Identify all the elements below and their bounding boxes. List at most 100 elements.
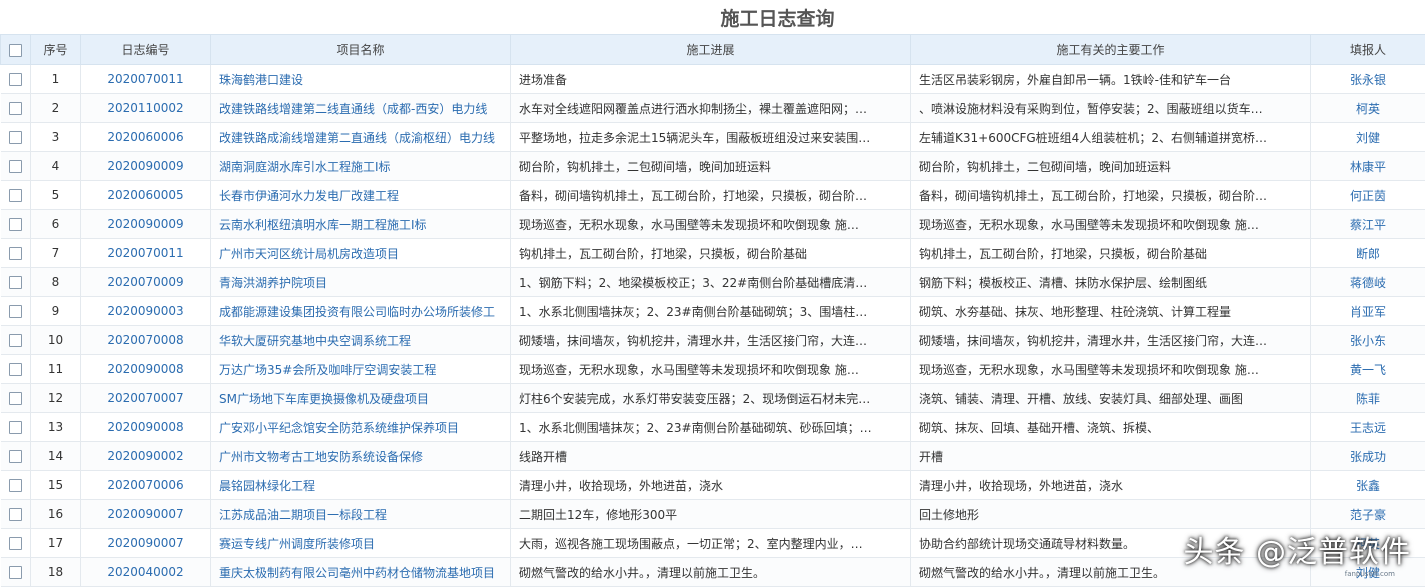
row-checkbox[interactable] [1, 65, 31, 94]
checkbox-icon[interactable] [9, 305, 22, 318]
cell-log-code[interactable]: 2020090007 [81, 529, 211, 558]
cell-reporter[interactable]: 张小东 [1311, 326, 1425, 355]
cell-reporter[interactable]: 张永银 [1311, 65, 1425, 94]
row-checkbox[interactable] [1, 500, 31, 529]
cell-log-code[interactable]: 2020060006 [81, 123, 211, 152]
checkbox-icon[interactable] [9, 421, 22, 434]
table-row[interactable]: 82020070009青海洪湖养护院项目1、钢筋下料；2、地梁模板校正；3、22… [1, 268, 1425, 297]
col-header-name[interactable]: 项目名称 [211, 35, 511, 65]
row-checkbox[interactable] [1, 558, 31, 587]
checkbox-icon[interactable] [9, 276, 22, 289]
checkbox-icon[interactable] [9, 363, 22, 376]
cell-log-code[interactable]: 2020070007 [81, 384, 211, 413]
row-checkbox[interactable] [1, 268, 31, 297]
checkbox-icon[interactable] [9, 450, 22, 463]
cell-reporter[interactable]: 黄一飞 [1311, 355, 1425, 384]
cell-reporter[interactable]: 断郎 [1311, 239, 1425, 268]
cell-reporter[interactable]: 范子豪 [1311, 500, 1425, 529]
row-checkbox[interactable] [1, 529, 31, 558]
cell-project-name[interactable]: 重庆太极制药有限公司亳州中药材仓储物流基地项目 [211, 558, 511, 587]
cell-project-name[interactable]: 晨铭园林绿化工程 [211, 471, 511, 500]
cell-project-name[interactable]: 广州市文物考古工地安防系统设备保修 [211, 442, 511, 471]
cell-log-code[interactable]: 2020090007 [81, 500, 211, 529]
cell-log-code[interactable]: 2020090003 [81, 297, 211, 326]
row-checkbox[interactable] [1, 471, 31, 500]
cell-reporter[interactable]: 柯英 [1311, 94, 1425, 123]
table-row[interactable]: 52020060005长春市伊通河水力发电厂改建工程备料，砌间墙钩机排土，瓦工砌… [1, 181, 1425, 210]
cell-log-code[interactable]: 2020070006 [81, 471, 211, 500]
row-checkbox[interactable] [1, 123, 31, 152]
table-row[interactable]: 182020040002重庆太极制药有限公司亳州中药材仓储物流基地项目砌燃气警改… [1, 558, 1425, 587]
checkbox-icon[interactable] [9, 479, 22, 492]
table-row[interactable]: 22020110002改建铁路线增建第二线直通线（成都-西安）电力线水车对全线遮… [1, 94, 1425, 123]
table-row[interactable]: 32020060006改建铁路成渝线增建第二直通线（成渝枢纽）电力线平整场地，拉… [1, 123, 1425, 152]
table-row[interactable]: 112020090008万达广场35#会所及咖啡厅空调安装工程现场巡查，无积水现… [1, 355, 1425, 384]
cell-log-code[interactable]: 2020070011 [81, 239, 211, 268]
table-row[interactable]: 62020090009云南水利枢纽滇明水库一期工程施工I标现场巡查，无积水现象，… [1, 210, 1425, 239]
row-checkbox[interactable] [1, 442, 31, 471]
cell-project-name[interactable]: 赛运专线广州调度所装修项目 [211, 529, 511, 558]
row-checkbox[interactable] [1, 239, 31, 268]
row-checkbox[interactable] [1, 94, 31, 123]
cell-project-name[interactable]: SM广场地下车库更换摄像机及硬盘项目 [211, 384, 511, 413]
cell-log-code[interactable]: 2020070008 [81, 326, 211, 355]
cell-log-code[interactable]: 2020070009 [81, 268, 211, 297]
cell-log-code[interactable]: 2020060005 [81, 181, 211, 210]
cell-reporter[interactable]: 柯英 [1311, 529, 1425, 558]
cell-log-code[interactable]: 2020040002 [81, 558, 211, 587]
col-header-work[interactable]: 施工有关的主要工作 [911, 35, 1311, 65]
cell-project-name[interactable]: 湖南洞庭湖水库引水工程施工I标 [211, 152, 511, 181]
table-row[interactable]: 72020070011广州市天河区统计局机房改造项目钩机排土，瓦工砌台阶，打地梁… [1, 239, 1425, 268]
table-row[interactable]: 142020090002广州市文物考古工地安防系统设备保修线路开槽开槽张成功 [1, 442, 1425, 471]
checkbox-icon[interactable] [9, 247, 22, 260]
cell-reporter[interactable]: 林康平 [1311, 152, 1425, 181]
cell-log-code[interactable]: 2020110002 [81, 94, 211, 123]
cell-log-code[interactable]: 2020070011 [81, 65, 211, 94]
cell-project-name[interactable]: 华软大厦研究基地中央空调系统工程 [211, 326, 511, 355]
table-row[interactable]: 162020090007江苏成品油二期项目一标段工程二期回土12车，修地形300… [1, 500, 1425, 529]
cell-log-code[interactable]: 2020090008 [81, 355, 211, 384]
table-row[interactable]: 172020090007赛运专线广州调度所装修项目大雨，巡视各施工现场围蔽点，一… [1, 529, 1425, 558]
row-checkbox[interactable] [1, 152, 31, 181]
cell-project-name[interactable]: 珠海鹤港口建设 [211, 65, 511, 94]
cell-reporter[interactable]: 蔡江平 [1311, 210, 1425, 239]
table-row[interactable]: 132020090008广安邓小平纪念馆安全防范系统维护保养项目1、水系北侧围墙… [1, 413, 1425, 442]
cell-reporter[interactable]: 肖亚军 [1311, 297, 1425, 326]
table-row[interactable]: 92020090003成都能源建设集团投资有限公司临时办公场所装修工1、水系北侧… [1, 297, 1425, 326]
col-header-seq[interactable]: 序号 [31, 35, 81, 65]
cell-project-name[interactable]: 广安邓小平纪念馆安全防范系统维护保养项目 [211, 413, 511, 442]
select-all-checkbox[interactable] [1, 35, 31, 65]
cell-project-name[interactable]: 江苏成品油二期项目一标段工程 [211, 500, 511, 529]
cell-reporter[interactable]: 蒋德岐 [1311, 268, 1425, 297]
checkbox-icon[interactable] [9, 218, 22, 231]
row-checkbox[interactable] [1, 297, 31, 326]
checkbox-icon[interactable] [9, 508, 22, 521]
checkbox-icon[interactable] [9, 566, 22, 579]
checkbox-icon[interactable] [9, 131, 22, 144]
checkbox-icon[interactable] [9, 189, 22, 202]
checkbox-icon[interactable] [9, 73, 22, 86]
table-row[interactable]: 42020090009湖南洞庭湖水库引水工程施工I标砌台阶，钩机排土，二包砌间墙… [1, 152, 1425, 181]
cell-project-name[interactable]: 成都能源建设集团投资有限公司临时办公场所装修工 [211, 297, 511, 326]
row-checkbox[interactable] [1, 326, 31, 355]
checkbox-icon[interactable] [9, 44, 22, 57]
col-header-person[interactable]: 填报人 [1311, 35, 1425, 65]
cell-reporter[interactable]: 张鑫 [1311, 471, 1425, 500]
checkbox-icon[interactable] [9, 392, 22, 405]
table-row[interactable]: 12020070011珠海鹤港口建设进场准备生活区吊装彩钢房，外雇自卸吊一辆。1… [1, 65, 1425, 94]
row-checkbox[interactable] [1, 355, 31, 384]
col-header-progress[interactable]: 施工进展 [511, 35, 911, 65]
cell-project-name[interactable]: 万达广场35#会所及咖啡厅空调安装工程 [211, 355, 511, 384]
checkbox-icon[interactable] [9, 102, 22, 115]
cell-project-name[interactable]: 云南水利枢纽滇明水库一期工程施工I标 [211, 210, 511, 239]
cell-project-name[interactable]: 长春市伊通河水力发电厂改建工程 [211, 181, 511, 210]
table-row[interactable]: 122020070007SM广场地下车库更换摄像机及硬盘项目灯柱6个安装完成，水… [1, 384, 1425, 413]
row-checkbox[interactable] [1, 413, 31, 442]
cell-reporter[interactable]: 王志远 [1311, 413, 1425, 442]
checkbox-icon[interactable] [9, 334, 22, 347]
cell-reporter[interactable]: 张成功 [1311, 442, 1425, 471]
row-checkbox[interactable] [1, 210, 31, 239]
table-row[interactable]: 102020070008华软大厦研究基地中央空调系统工程砌矮墙，抹间墙灰，钩机挖… [1, 326, 1425, 355]
cell-reporter[interactable]: 刘健 [1311, 123, 1425, 152]
row-checkbox[interactable] [1, 384, 31, 413]
